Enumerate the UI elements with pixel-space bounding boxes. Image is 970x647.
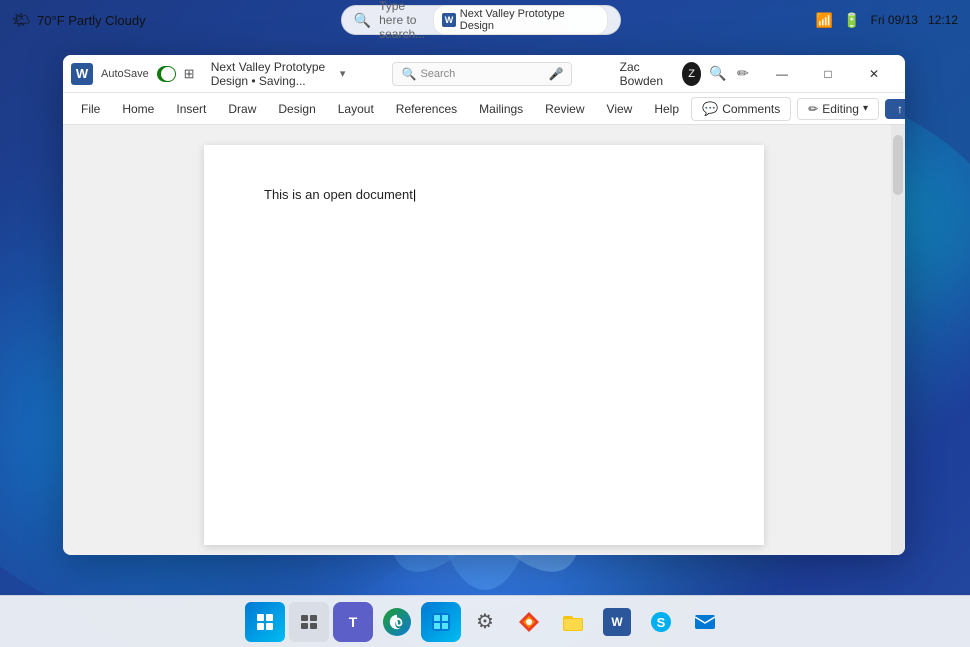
format-icon[interactable]: ⊞ [184, 64, 195, 84]
menu-mailings[interactable]: Mailings [469, 98, 533, 120]
document-text: This is an open document [264, 187, 416, 202]
document-page[interactable]: This is an open document [204, 145, 764, 545]
document-area[interactable]: This is an open document [63, 125, 905, 555]
teams-letter: T [349, 614, 358, 630]
autosave-toggle[interactable] [157, 66, 176, 82]
pencil-icon: ✏ [808, 102, 818, 116]
search-ribbon-icon[interactable]: 🔍 [709, 64, 726, 84]
menu-design[interactable]: Design [268, 98, 325, 120]
settings-icon: ⚙ [476, 609, 494, 634]
editing-dropdown-icon: ▾ [863, 103, 868, 114]
word-search-box[interactable]: 🔍 Search 🎤 [392, 62, 572, 86]
doc-title: Next Valley Prototype Design • Saving... [211, 60, 330, 88]
menu-insert[interactable]: Insert [166, 98, 216, 120]
word-tb-button[interactable]: W [597, 602, 637, 642]
share-button[interactable]: ↑ Share ▾ [885, 99, 905, 119]
word-search-placeholder: Search [420, 68, 455, 80]
toggle-knob [161, 67, 175, 81]
edge-icon [383, 608, 411, 636]
autosave-label: AutoSave [101, 68, 149, 80]
word-logo-icon: W [71, 63, 93, 85]
menu-help[interactable]: Help [644, 98, 689, 120]
store-button[interactable] [421, 602, 461, 642]
word-window: W AutoSave ⊞ Next Valley Prototype Desig… [63, 55, 905, 555]
scrollbar-thumb[interactable] [893, 135, 903, 195]
battery-icon: 🔋 [843, 12, 860, 29]
menu-file[interactable]: File [71, 98, 110, 120]
settings-button[interactable]: ⚙ [465, 602, 505, 642]
svg-text:S: S [657, 615, 666, 630]
teams-button[interactable]: T [333, 602, 373, 642]
active-app-name: Next Valley Prototype Design [460, 8, 599, 32]
ribbon-bar: File Home Insert Draw Design Layout Refe… [63, 93, 905, 125]
office-button[interactable] [509, 602, 549, 642]
menu-review[interactable]: Review [535, 98, 594, 120]
system-time: 12:12 [928, 13, 958, 27]
close-button[interactable]: ✕ [851, 55, 897, 93]
system-date: Fri 09/13 [871, 13, 918, 27]
menu-draw[interactable]: Draw [218, 98, 266, 120]
weather-icon: 🌤 [12, 11, 31, 29]
menu-view[interactable]: View [597, 98, 643, 120]
user-avatar[interactable]: Z [682, 62, 702, 86]
taskview-button[interactable] [289, 602, 329, 642]
minimize-button[interactable]: — [759, 55, 805, 93]
editing-button[interactable]: ✏ Editing ▾ [797, 98, 879, 120]
document-content[interactable]: This is an open document [264, 185, 704, 205]
title-bar-left: W AutoSave ⊞ Next Valley Prototype Desig… [71, 60, 345, 88]
editing-label: Editing [822, 102, 859, 116]
system-bar-center[interactable]: 🔍 Type here to search... W Next Valley P… [341, 5, 621, 35]
active-app-pill: W Next Valley Prototype Design [433, 5, 608, 35]
weather-text: 70°F Partly Cloudy [37, 13, 146, 28]
system-bar-left: 🌤 70°F Partly Cloudy [12, 11, 146, 29]
system-bar-right: 📶 🔋 Fri 09/13 12:12 [816, 12, 958, 29]
explorer-button[interactable] [553, 602, 593, 642]
system-search-bar[interactable]: 🔍 Type here to search... W Next Valley P… [341, 5, 621, 35]
edge-button[interactable] [377, 602, 417, 642]
search-icon-word: 🔍 [401, 67, 416, 81]
mail-button[interactable] [685, 602, 725, 642]
window-controls: — □ ✕ [759, 55, 897, 93]
share-icon: ↑ [897, 102, 903, 116]
skype-button[interactable]: S [641, 602, 681, 642]
word-tb-icon: W [603, 608, 631, 636]
menu-references[interactable]: References [386, 98, 467, 120]
system-bar: 🌤 70°F Partly Cloudy 🔍 Type here to sear… [0, 0, 970, 40]
comments-button[interactable]: 💬 Comments [691, 97, 791, 121]
taskbar-icons: T ⚙ [245, 602, 725, 642]
menu-layout[interactable]: Layout [328, 98, 384, 120]
word-icon-mini: W [442, 13, 456, 27]
wifi-icon: 📶 [816, 12, 833, 29]
title-bar-right: Zac Bowden Z 🔍 ✏ — □ ✕ [620, 55, 897, 93]
title-bar-center: 🔍 Search 🎤 [345, 62, 619, 86]
user-name: Zac Bowden [620, 60, 674, 88]
ribbon-menu-items: File Home Insert Draw Design Layout Refe… [71, 98, 689, 120]
document-scrollbar[interactable] [891, 125, 905, 555]
taskbar: T ⚙ [0, 595, 970, 647]
start-button[interactable] [245, 602, 285, 642]
mic-icon[interactable]: 🎤 [549, 67, 564, 81]
comments-icon: 💬 [702, 101, 718, 117]
ribbon-action-buttons: 💬 Comments ✏ Editing ▾ ↑ Share ▾ 📌 [691, 97, 905, 121]
menu-home[interactable]: Home [112, 98, 164, 120]
title-bar: W AutoSave ⊞ Next Valley Prototype Desig… [63, 55, 905, 93]
pen-icon[interactable]: ✏ [735, 64, 751, 84]
comments-label: Comments [722, 102, 780, 116]
search-icon: 🔍 [354, 12, 371, 29]
maximize-button[interactable]: □ [805, 55, 851, 93]
search-placeholder-text: Type here to search... [379, 0, 425, 41]
